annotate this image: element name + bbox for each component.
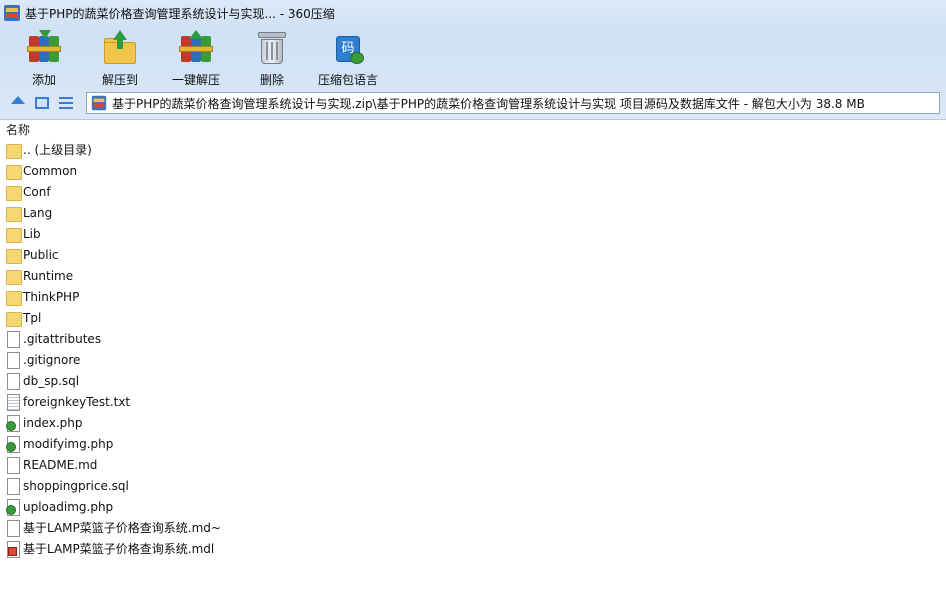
window-title: 基于PHP的蔬菜价格查询管理系统设计与实现... - 360压缩 <box>25 6 335 21</box>
list-item-name: Lib <box>23 226 41 241</box>
folder-icon <box>6 205 22 222</box>
list-item[interactable]: modifyimg.php <box>0 433 946 454</box>
folder-icon <box>6 289 22 306</box>
file-icon <box>6 372 20 390</box>
list-item-name: modifyimg.php <box>23 436 114 451</box>
list-item[interactable]: Tpl <box>0 307 946 328</box>
add-button[interactable]: 添加 <box>8 28 80 88</box>
column-header-label: 名称 <box>6 122 31 137</box>
list-item-name: Conf <box>23 184 51 199</box>
extract-to-button[interactable]: 解压到 <box>84 28 156 88</box>
view-list-button[interactable] <box>56 93 76 113</box>
list-item[interactable]: ThinkPHP <box>0 286 946 307</box>
list-item-name: Runtime <box>23 268 74 283</box>
file-icon <box>6 477 20 495</box>
list-item[interactable]: Public <box>0 244 946 265</box>
list-item-name: .gitattributes <box>23 331 102 346</box>
list-item-name: .gitignore <box>23 352 81 367</box>
toolbar: 添加 解压到 一键解压 删除 码 压缩包语言 <box>0 28 946 88</box>
file-icon <box>6 456 20 474</box>
list-item[interactable]: Lang <box>0 202 946 223</box>
list-item[interactable]: README.md <box>0 454 946 475</box>
list-item[interactable]: index.php <box>0 412 946 433</box>
list-item-name: Tpl <box>23 310 42 325</box>
thumbnail-view-icon <box>35 97 49 109</box>
list-item-name: Public <box>23 247 59 262</box>
list-item[interactable]: .gitignore <box>0 349 946 370</box>
delete-button[interactable]: 删除 <box>236 28 308 88</box>
title-bar: 基于PHP的蔬菜价格查询管理系统设计与实现... - 360压缩 <box>0 0 946 26</box>
list-item[interactable]: db_sp.sql <box>0 370 946 391</box>
list-item[interactable]: Conf <box>0 181 946 202</box>
folder-icon <box>6 163 22 180</box>
list-item[interactable]: uploadimg.php <box>0 496 946 517</box>
file-list: .. (上级目录) Common Conf Lang Lib Public Runtime T… <box>0 139 946 559</box>
folder-icon <box>6 142 22 159</box>
one-click-extract-label: 一键解压 <box>171 73 220 87</box>
list-item-name: db_sp.sql <box>23 373 80 388</box>
list-item-name: index.php <box>23 415 83 430</box>
list-item[interactable]: foreignkeyTest.txt <box>0 391 946 412</box>
up-level-button[interactable] <box>8 93 28 113</box>
list-item[interactable]: Runtime <box>0 265 946 286</box>
list-item-name: 基于LAMP菜篮子价格查询系统.mdl <box>23 542 215 556</box>
list-item-name: .. (上级目录) <box>23 143 92 157</box>
text-file-icon <box>6 393 20 411</box>
list-item[interactable]: Lib <box>0 223 946 244</box>
up-arrow-icon <box>11 96 25 104</box>
folder-icon <box>6 268 22 285</box>
extract-to-label: 解压到 <box>101 73 138 87</box>
file-icon <box>6 519 20 537</box>
list-item[interactable]: Common <box>0 160 946 181</box>
list-item[interactable]: 基于LAMP菜篮子价格查询系统.md~ <box>0 517 946 538</box>
list-item-name: ThinkPHP <box>23 289 80 304</box>
list-item-name: README.md <box>23 457 98 472</box>
list-view-icon <box>59 97 73 109</box>
extract-folder-icon <box>102 30 138 65</box>
one-click-extract-icon <box>178 30 214 65</box>
delete-label: 删除 <box>259 73 284 87</box>
column-header-name[interactable]: 名称 <box>0 120 946 138</box>
php-file-icon <box>6 498 20 516</box>
add-label: 添加 <box>31 73 56 87</box>
one-click-extract-button[interactable]: 一键解压 <box>160 28 232 88</box>
list-item[interactable]: .gitattributes <box>0 328 946 349</box>
list-item-name: uploadimg.php <box>23 499 114 514</box>
view-thumbnail-button[interactable] <box>32 93 52 113</box>
path-field[interactable]: 基于PHP的蔬菜价格查询管理系统设计与实现.zip\基于PHP的蔬菜价格查询管理… <box>86 92 940 114</box>
list-item[interactable]: .. (上级目录) <box>0 139 946 160</box>
file-icon <box>6 351 20 369</box>
model-file-icon <box>6 540 20 558</box>
list-item-name: Lang <box>23 205 53 220</box>
list-item[interactable]: shoppingprice.sql <box>0 475 946 496</box>
path-text: 基于PHP的蔬菜价格查询管理系统设计与实现.zip\基于PHP的蔬菜价格查询管理… <box>112 96 865 111</box>
list-item-name: Common <box>23 163 78 178</box>
folder-icon <box>6 226 22 243</box>
folder-icon <box>6 310 22 327</box>
add-archive-icon <box>26 30 62 65</box>
list-item-name: foreignkeyTest.txt <box>23 394 131 409</box>
folder-icon <box>6 247 22 264</box>
php-file-icon <box>6 435 20 453</box>
php-file-icon <box>6 414 20 432</box>
file-icon <box>6 330 20 348</box>
window-chrome: 基于PHP的蔬菜价格查询管理系统设计与实现... - 360压缩 添加 解压到 … <box>0 0 946 120</box>
address-bar: 基于PHP的蔬菜价格查询管理系统设计与实现.zip\基于PHP的蔬菜价格查询管理… <box>0 90 946 116</box>
language-icon: 码 <box>330 30 366 65</box>
list-item-name: 基于LAMP菜篮子价格查询系统.md~ <box>23 521 221 535</box>
folder-icon <box>6 184 22 201</box>
trash-icon <box>254 30 290 65</box>
list-item-name: shoppingprice.sql <box>23 478 129 493</box>
archive-language-label: 压缩包语言 <box>317 73 378 87</box>
list-item[interactable]: 基于LAMP菜篮子价格查询系统.mdl <box>0 538 946 559</box>
app-archive-icon <box>4 5 20 21</box>
zip-archive-icon <box>91 95 107 111</box>
archive-language-button[interactable]: 码 压缩包语言 <box>312 28 384 88</box>
